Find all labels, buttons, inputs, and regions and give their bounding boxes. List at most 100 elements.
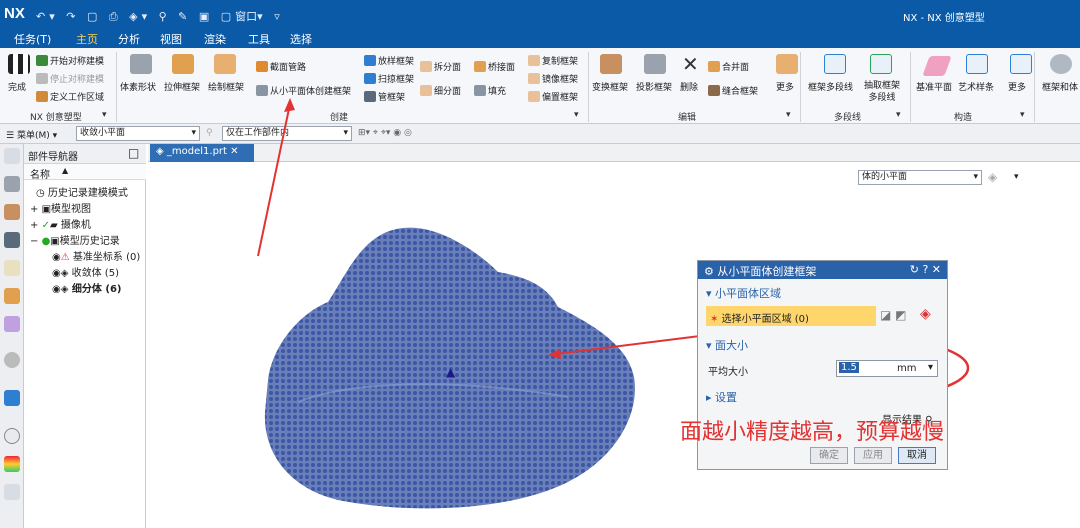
finish-flag-icon[interactable] — [8, 54, 30, 74]
subdivide-face-button[interactable]: 细分面 — [420, 84, 461, 97]
construct-group-dropdown[interactable]: ▾ — [1020, 110, 1025, 120]
cage-and-body-icon[interactable] — [1050, 54, 1072, 74]
done-button[interactable]: 完成 — [8, 80, 26, 93]
cage-polyline-button[interactable]: 框架多段线 — [808, 80, 853, 93]
extrude-cage-button[interactable]: 拉伸框架 — [164, 80, 200, 93]
offset-cage-button[interactable]: 偏置框架 — [528, 90, 578, 103]
edit-group-dropdown[interactable]: ▾ — [786, 110, 791, 120]
web-browser-icon[interactable] — [4, 352, 20, 368]
delete-button[interactable]: 删除 — [680, 80, 698, 93]
tree-item-subdivision-body[interactable]: ◉◈ 细分体 (6) — [52, 280, 122, 295]
gear-icon[interactable]: ⚙ — [704, 265, 714, 278]
project-cage-button[interactable]: 投影框架 — [636, 80, 672, 93]
unit-dropdown[interactable]: ▾ — [928, 362, 933, 373]
tree-item-cameras[interactable]: + ✓▰ 摄像机 — [30, 216, 91, 231]
sort-ascending-icon[interactable]: ▲ — [62, 166, 68, 175]
history-palette-icon[interactable] — [4, 390, 20, 406]
apply-button[interactable]: 应用 — [854, 447, 892, 464]
fill-button[interactable]: 填充 — [474, 84, 506, 97]
extract-polyline-icon[interactable] — [870, 54, 892, 74]
construct-more-icon[interactable] — [1010, 54, 1032, 74]
section-pipe-button[interactable]: 截面管路 — [256, 60, 306, 73]
close-icon[interactable]: ✕ — [230, 146, 238, 157]
cage-and-body-button[interactable]: 框架和体 — [1042, 80, 1078, 93]
tree-item-datum-csys[interactable]: ◉⚠ 基准坐标系 (0) — [52, 248, 140, 263]
tab-model1[interactable]: ◈ _model1.prt ✕ — [150, 144, 254, 162]
facet-select-icon[interactable]: ◈ — [988, 170, 997, 184]
primitive-shape-button[interactable]: 体素形状 — [120, 80, 156, 93]
roles-icon[interactable] — [4, 484, 20, 500]
average-size-input[interactable]: 1.5 mm ▾ — [836, 360, 938, 377]
selection-filter-combo[interactable]: 收敛小平面 — [76, 126, 200, 141]
transform-cage-icon[interactable] — [600, 54, 622, 74]
main-menu-button[interactable]: ☰ 菜单(M) ▾ — [6, 128, 57, 141]
section-facet-region[interactable]: ▾ 小平面体区域 — [706, 285, 781, 301]
cancel-button[interactable]: 取消 — [898, 447, 936, 464]
loft-cage-button[interactable]: 放样框架 — [364, 54, 414, 67]
facet-select-dropdown[interactable]: ▾ — [1014, 172, 1019, 182]
stop-symmetry-button[interactable]: 停止对称建模 — [36, 72, 104, 85]
stitch-cage-button[interactable]: 缝合框架 — [708, 84, 758, 97]
navigator-column-header[interactable]: 名称 ▲ — [24, 164, 146, 181]
delete-icon[interactable]: ✕ — [682, 52, 699, 76]
extract-polyline-button[interactable]: 抽取框架多段线 — [862, 80, 902, 104]
ok-button[interactable]: 确定 — [810, 447, 848, 464]
color-palette-icon[interactable] — [4, 456, 20, 472]
selection-scope-combo[interactable]: 仅在工作部件内 — [222, 126, 352, 141]
transform-cage-button[interactable]: 变换框架 — [592, 80, 628, 93]
project-cage-icon[interactable] — [644, 54, 666, 74]
tube-cage-button[interactable]: 管框架 — [364, 90, 405, 103]
extrude-cage-icon[interactable] — [172, 54, 194, 74]
bridge-face-button[interactable]: 桥接面 — [474, 60, 515, 73]
cage-from-facet-button[interactable]: 从小平面体创建框架 — [256, 84, 351, 97]
draw-cage-icon[interactable] — [214, 54, 236, 74]
define-work-area-button[interactable]: 定义工作区域 — [36, 90, 104, 103]
part-navigator-icon[interactable] — [4, 232, 20, 248]
facet-region-icon[interactable]: ◈ — [920, 306, 931, 322]
sweep-cage-button[interactable]: 扫掠框架 — [364, 72, 414, 85]
facet-selection-combo[interactable]: 体的小平面 — [858, 170, 982, 185]
copy-cage-button[interactable]: 复制框架 — [528, 54, 578, 67]
construct-more-button[interactable]: 更多 — [1008, 80, 1026, 93]
bell-icon[interactable] — [4, 260, 20, 276]
select-facet-region-row[interactable]: ✶ 选择小平面区域 (0) — [706, 306, 876, 326]
menu-view[interactable]: 视图 — [160, 31, 182, 47]
edit-more-button[interactable]: 更多 — [776, 80, 794, 93]
constraint-navigator-icon[interactable] — [4, 204, 20, 220]
dialog-controls[interactable]: ↻ ? ✕ — [910, 263, 941, 276]
studio-spline-icon[interactable] — [966, 54, 988, 74]
section-settings[interactable]: ▸ 设置 — [706, 389, 737, 405]
maximize-icon[interactable]: □ — [128, 146, 139, 160]
section-face-size[interactable]: ▾ 面大小 — [706, 337, 748, 353]
reuse-library-icon[interactable] — [4, 288, 20, 304]
create-group-dropdown[interactable]: ▾ — [574, 110, 579, 120]
filter-icon[interactable]: ⚲ — [206, 128, 213, 138]
menu-task[interactable]: 任务(T) — [14, 31, 51, 47]
primitive-shape-icon[interactable] — [130, 54, 152, 74]
mirror-cage-button[interactable]: 镜像框架 — [528, 72, 578, 85]
select-tools-icons[interactable]: ◪ ◩ — [880, 308, 907, 322]
settings-gear-icon[interactable] — [4, 148, 20, 164]
tree-item-convergent-body[interactable]: ◉◈ 收敛体 (5) — [52, 264, 119, 279]
assembly-navigator-icon[interactable] — [4, 176, 20, 192]
clock-icon[interactable] — [4, 428, 20, 444]
start-symmetry-button[interactable]: 开始对称建模 — [36, 54, 104, 67]
datum-plane-button[interactable]: 基准平面 — [916, 80, 952, 93]
quick-access-toolbar[interactable]: ↶▾ ↷ ▢ ⎙ ◈▾ ⚲ ✎ ▣ ▢窗口▾ ▿ — [36, 8, 284, 24]
polyline-group-dropdown[interactable]: ▾ — [896, 110, 901, 120]
snap-tools[interactable]: ⊞▾ ⌖ ⌖▾ ◉ ◎ — [358, 128, 412, 138]
tree-item-model-history[interactable]: − ●▣模型历史记录 — [30, 232, 120, 247]
tree-item-history-mode[interactable]: ◷ 历史记录建模模式 — [36, 184, 128, 199]
tree-item-model-views[interactable]: + ▣模型视图 — [30, 200, 91, 215]
cage-polyline-icon[interactable] — [824, 54, 846, 74]
edit-more-icon[interactable] — [776, 54, 798, 74]
nx-group-dropdown[interactable]: ▾ — [102, 110, 107, 120]
draw-cage-button[interactable]: 绘制框架 — [208, 80, 244, 93]
studio-spline-button[interactable]: 艺术样条 — [958, 80, 994, 93]
menu-select[interactable]: 选择 — [290, 31, 312, 47]
hd3d-tools-icon[interactable] — [4, 316, 20, 332]
menu-analysis[interactable]: 分析 — [118, 31, 140, 47]
menu-render[interactable]: 渲染 — [204, 31, 226, 47]
menu-tools[interactable]: 工具 — [248, 31, 270, 47]
window-menu[interactable]: 窗口 — [235, 10, 257, 23]
